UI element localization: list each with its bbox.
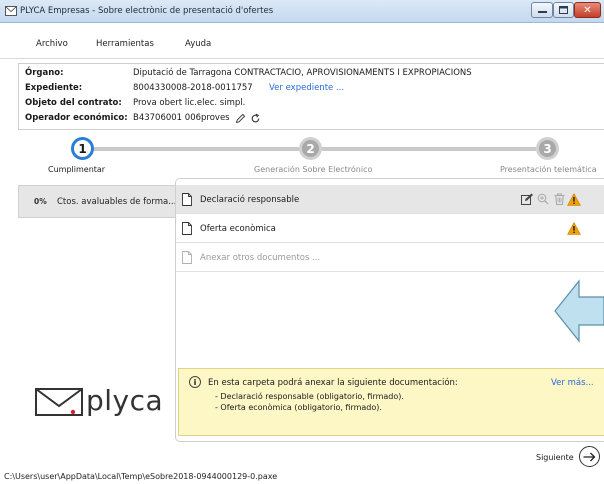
edit-document-button[interactable] [520, 192, 534, 206]
next-label: Siguiente [536, 453, 574, 462]
step-connector-1 [94, 147, 299, 151]
info-icon: i [189, 376, 201, 388]
operador-label: Operador económico: [25, 113, 128, 123]
plyca-logo: plyca [34, 378, 194, 420]
anexar-documentos-link: Anexar otros documentos ... [200, 253, 321, 263]
document-label: Declaració responsable [200, 195, 300, 205]
logo-text: plyca [86, 384, 164, 417]
document-row-declaracio[interactable]: Declaració responsable [176, 185, 604, 214]
document-icon [182, 222, 192, 235]
document-row-oferta[interactable]: Oferta econòmica [176, 214, 604, 243]
step-connector-2 [322, 147, 536, 151]
view-document-button[interactable] [536, 192, 550, 206]
note-title: En esta carpeta podrá anexar la siguient… [208, 378, 458, 388]
ver-mas-link[interactable]: Ver más... [551, 378, 594, 388]
menu-archivo[interactable]: Archivo [36, 39, 68, 49]
close-icon: ✕ [583, 4, 592, 16]
envelope-logo-icon [35, 388, 83, 416]
minimize-button[interactable] [531, 2, 553, 18]
edit-icon [520, 193, 533, 205]
close-button[interactable]: ✕ [574, 2, 601, 18]
window-title: PLYCA Empresas - Sobre electrònic de pre… [20, 6, 274, 16]
maximize-button[interactable] [553, 2, 574, 18]
minimize-icon [537, 11, 547, 13]
step-3-circle[interactable]: 3 [536, 137, 559, 160]
step-2-label: Generación Sobre Electrónico [254, 165, 373, 174]
folder-item[interactable]: 0% Ctos. avaluables de forma... [18, 185, 176, 218]
warning-icon [567, 221, 581, 235]
organo-label: Órgano: [25, 68, 64, 78]
maximize-icon [559, 6, 568, 14]
document-icon [182, 193, 192, 206]
step-3-label: Presentación telemática [500, 165, 597, 174]
info-note: i En esta carpeta podrá anexar la siguie… [178, 368, 604, 436]
objeto-label: Objeto del contrato: [25, 98, 122, 108]
document-label: Oferta econòmica [200, 224, 276, 234]
menu-ayuda[interactable]: Ayuda [185, 39, 211, 49]
document-add-icon [182, 251, 192, 264]
arrow-right-icon [579, 446, 600, 467]
organo-value: Diputació de Tarragona CONTRACTACIO, APR… [133, 68, 472, 78]
envelope-icon [5, 6, 17, 16]
menu-bar: Archivo Herramientas Ayuda [0, 23, 604, 59]
folder-label: Ctos. avaluables de forma... [57, 197, 177, 207]
refresh-icon[interactable] [250, 113, 261, 124]
ver-expediente-link[interactable]: Ver expediente ... [269, 83, 344, 93]
objeto-value: Prova obert lic.elec. simpl. [133, 98, 246, 108]
delete-document-button[interactable] [552, 192, 566, 206]
operador-row: Operador económico: B43706001 006proves [25, 113, 260, 126]
arrow-left-icon [554, 279, 604, 343]
note-line: - Oferta econòmica (obligatorio, firmado… [215, 403, 382, 412]
title-bar: PLYCA Empresas - Sobre electrònic de pre… [0, 0, 604, 23]
warning-icon [567, 192, 581, 206]
expediente-value: 8004330008-2018-0011757 [133, 83, 253, 93]
edit-pencil-icon[interactable] [235, 113, 246, 124]
document-row-anexar[interactable]: Anexar otros documentos ... [176, 243, 604, 272]
status-file-path: C:\Users\user\AppData\Local\Temp\eSobre2… [4, 472, 278, 481]
trash-icon [554, 193, 564, 205]
operador-value: B43706001 006proves [133, 113, 230, 123]
zoom-icon [537, 193, 549, 205]
step-1-circle[interactable]: 1 [71, 137, 94, 160]
folder-progress-percent: 0% [34, 197, 47, 206]
progress-stepper: 1 2 3 Cumplimentar Generación Sobre Elec… [0, 135, 604, 177]
note-line: - Declaració responsable (obligatorio, f… [215, 392, 404, 401]
menu-herramientas[interactable]: Herramientas [96, 39, 154, 49]
contract-info-panel: Órgano: Diputació de Tarragona CONTRACTA… [18, 63, 604, 130]
step-2-circle[interactable]: 2 [299, 137, 322, 160]
step-1-label: Cumplimentar [48, 165, 106, 174]
next-button[interactable]: Siguiente [536, 446, 604, 468]
warning-status [567, 192, 581, 206]
expediente-label: Expediente: [25, 83, 83, 93]
warning-status [567, 221, 581, 235]
